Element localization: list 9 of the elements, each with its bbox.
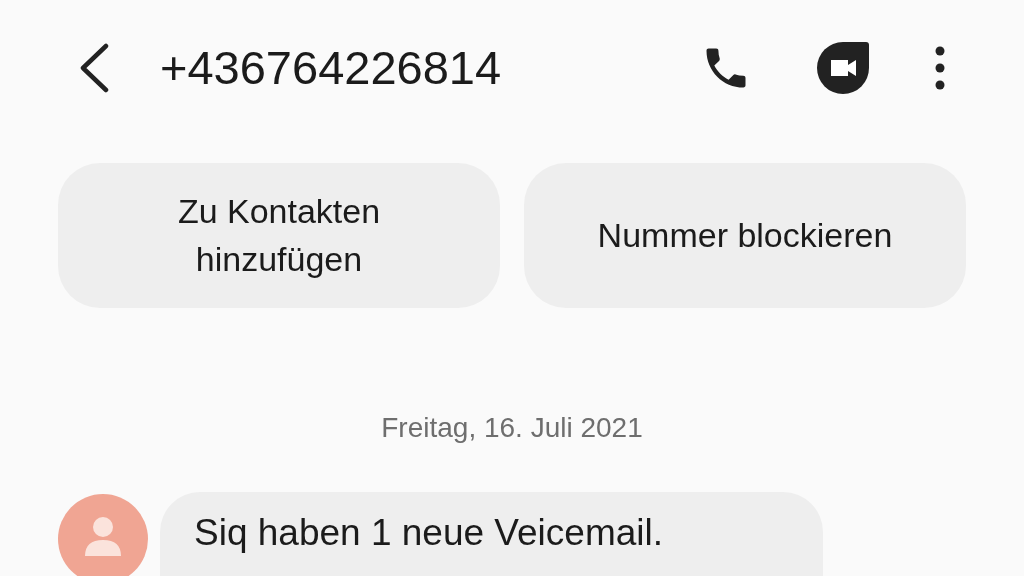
back-icon[interactable] — [78, 42, 110, 93]
more-options-icon[interactable] — [934, 45, 946, 90]
date-label: Freitag, 16. Juli 2021 — [380, 412, 644, 444]
action-button[interactable]: Zu Kontakten hinzufügen — [58, 163, 500, 308]
phone-number: +436764226814 — [160, 40, 503, 95]
message-bubble: Siq haben 1 neue Veicemail. — [160, 492, 823, 576]
video-call-icon[interactable] — [816, 40, 870, 95]
avatar-icon — [58, 494, 148, 576]
action-button[interactable]: Nummer blockieren — [524, 163, 966, 308]
